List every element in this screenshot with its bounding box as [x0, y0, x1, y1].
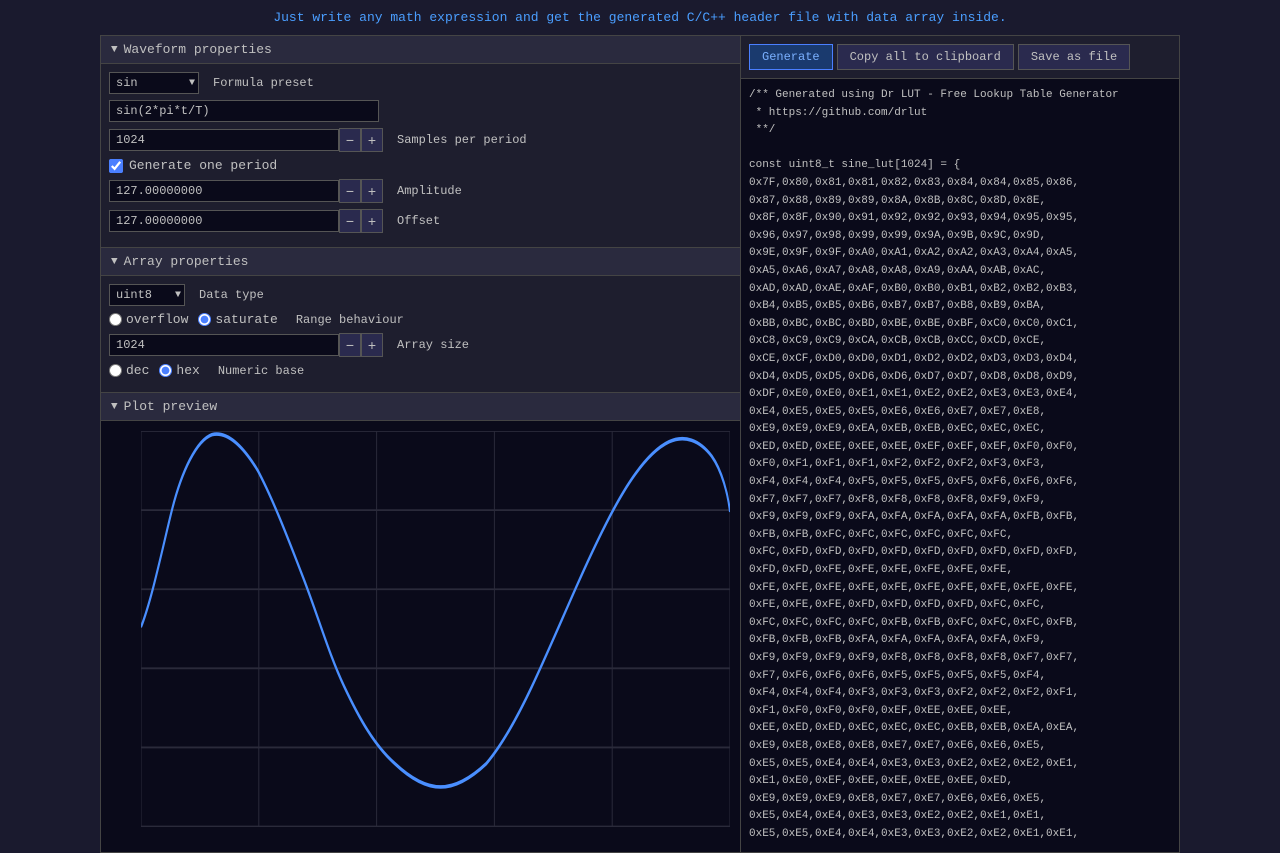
right-panel: Generate Copy all to clipboard Save as f…	[741, 36, 1179, 852]
formula-expression-row	[109, 100, 732, 122]
saturate-radio[interactable]	[198, 313, 211, 326]
offset-minus-button[interactable]: −	[339, 209, 361, 233]
samples-label: Samples per period	[397, 133, 527, 147]
data-type-label: Data type	[199, 288, 264, 302]
waveform-section-header: ▼ Waveform properties	[101, 36, 740, 64]
copy-clipboard-button[interactable]: Copy all to clipboard	[837, 44, 1014, 70]
array-size-plus-button[interactable]: +	[361, 333, 383, 357]
array-section-header: ▼ Array properties	[101, 248, 740, 276]
array-size-row: − + Array size	[109, 333, 732, 357]
hex-label: hex	[176, 363, 199, 378]
sine-wave-path	[141, 434, 730, 787]
amplitude-input-group: − +	[109, 179, 383, 203]
offset-label: Offset	[397, 214, 440, 228]
range-behaviour-label: Range behaviour	[296, 313, 404, 327]
plot-triangle-icon: ▼	[111, 401, 118, 413]
dec-radio[interactable]	[109, 364, 122, 377]
generate-one-period-label: Generate one period	[129, 158, 277, 173]
amplitude-minus-button[interactable]: −	[339, 179, 361, 203]
array-size-input[interactable]	[109, 334, 339, 356]
data-type-row: uint8 uint16 int8 int16 float ▼ Data typ…	[109, 284, 732, 306]
overflow-label: overflow	[126, 312, 188, 327]
range-behaviour-row: overflow saturate Range behaviour	[109, 312, 732, 327]
amplitude-input[interactable]	[109, 180, 339, 202]
overflow-radio-item: overflow	[109, 312, 188, 327]
array-properties-panel: uint8 uint16 int8 int16 float ▼ Data typ…	[101, 276, 740, 393]
samples-input[interactable]	[109, 129, 339, 151]
offset-row: − + Offset	[109, 209, 732, 233]
formula-preset-label: Formula preset	[213, 76, 314, 90]
top-message: Just write any math expression and get t…	[0, 0, 1280, 35]
code-output: /** Generated using Dr LUT - Free Lookup…	[741, 79, 1179, 852]
formula-preset-select-wrapper: sin cos triangle sawtooth ▼	[109, 72, 199, 94]
offset-input[interactable]	[109, 210, 339, 232]
array-size-label: Array size	[397, 338, 469, 352]
array-size-input-group: − +	[109, 333, 383, 357]
formula-preset-select[interactable]: sin cos triangle sawtooth	[109, 72, 199, 94]
array-section-label: Array properties	[124, 254, 249, 269]
plot-area: 250 200 150 100 50 0 0 200 400 600 800 1…	[101, 421, 740, 852]
samples-minus-button[interactable]: −	[339, 128, 361, 152]
generate-one-period-row: Generate one period	[109, 158, 732, 173]
data-type-select-wrapper: uint8 uint16 int8 int16 float ▼	[109, 284, 185, 306]
hex-radio[interactable]	[159, 364, 172, 377]
formula-preset-row: sin cos triangle sawtooth ▼ Formula pres…	[109, 72, 732, 94]
formula-expression-input[interactable]	[109, 100, 379, 122]
generate-one-period-checkbox[interactable]	[109, 159, 123, 173]
plot-preview-panel: ▼ Plot preview	[101, 393, 740, 852]
plot-svg: 250 200 150 100 50 0 0 200 400 600 800 1…	[141, 431, 730, 827]
amplitude-plus-button[interactable]: +	[361, 179, 383, 203]
array-size-minus-button[interactable]: −	[339, 333, 361, 357]
plot-section-header: ▼ Plot preview	[101, 393, 740, 421]
left-panel: ▼ Waveform properties sin cos triangle s…	[101, 36, 741, 852]
offset-plus-button[interactable]: +	[361, 209, 383, 233]
samples-input-group: − +	[109, 128, 383, 152]
dec-label: dec	[126, 363, 149, 378]
offset-input-group: − +	[109, 209, 383, 233]
numeric-base-label: Numeric base	[218, 364, 304, 378]
amplitude-label: Amplitude	[397, 184, 462, 198]
overflow-radio[interactable]	[109, 313, 122, 326]
amplitude-row: − + Amplitude	[109, 179, 732, 203]
waveform-properties-panel: sin cos triangle sawtooth ▼ Formula pres…	[101, 64, 740, 248]
saturate-label: saturate	[215, 312, 277, 327]
triangle-icon: ▼	[111, 44, 118, 56]
array-triangle-icon: ▼	[111, 256, 118, 268]
saturate-radio-item: saturate	[198, 312, 277, 327]
generate-button[interactable]: Generate	[749, 44, 833, 70]
samples-plus-button[interactable]: +	[361, 128, 383, 152]
numeric-base-row: dec hex Numeric base	[109, 363, 732, 378]
save-file-button[interactable]: Save as file	[1018, 44, 1130, 70]
dec-radio-item: dec	[109, 363, 149, 378]
waveform-section-label: Waveform properties	[124, 42, 272, 57]
samples-row: − + Samples per period	[109, 128, 732, 152]
toolbar: Generate Copy all to clipboard Save as f…	[741, 36, 1179, 79]
plot-section-label: Plot preview	[124, 399, 218, 414]
hex-radio-item: hex	[159, 363, 199, 378]
data-type-select[interactable]: uint8 uint16 int8 int16 float	[109, 284, 185, 306]
